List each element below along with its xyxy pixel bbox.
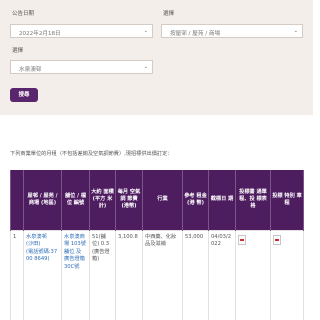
type-value: 按屋邨 / 屋苑 / 商場 [170, 30, 221, 37]
estate-link[interactable]: 水泉澳邨 (沙田) (電話號碼:3700 8649) [23, 229, 62, 320]
date-select[interactable]: 2022年2月18日 ⌄ [10, 24, 153, 38]
date-label: 公告日期 [12, 11, 35, 17]
special-conditions-cell [270, 229, 304, 320]
col-header-estate: 屋邨 / 屋苑 / 商場 (地區) [23, 170, 62, 230]
tender-forms-cell [235, 229, 271, 320]
table-row: 1 水泉澳邨 (沙田) (電話號碼:3700 8649) 水泉澳商場 103號舖… [10, 229, 304, 320]
col-header-area: 大約 面積 (平方 米計) [89, 170, 116, 230]
estate-district: (沙田) [26, 241, 41, 248]
search-button[interactable]: 搜尋 [10, 88, 38, 102]
col-header-shop-no: 舖位 / 檔位 編號 [61, 170, 90, 230]
ac-fee-cell: 3,100.8 [115, 229, 143, 320]
tender-note: 下列商業單位的月租（不包括差餉及空氣調節費）,現招標供出價訂定： [10, 151, 173, 157]
closing-date-cell: 04/03/2022 [208, 229, 236, 320]
estate-label: 選擇 [12, 48, 24, 54]
col-header-rent: 參考 租金 (港 幣) [182, 170, 209, 230]
row-index: 1 [10, 229, 24, 320]
pdf-icon[interactable] [238, 234, 246, 245]
shop-no-link[interactable]: 水泉澳商場 103號舖位 及 廣告燈箱 30C號 [61, 229, 90, 320]
chevron-down-icon: ⌄ [293, 28, 298, 34]
col-header-ac-fee: 每月 空氣調 節費 (港幣) [115, 170, 143, 230]
col-header-index [10, 170, 24, 230]
estate-select[interactable]: 水泉澳邨 ⌄ [10, 60, 153, 74]
col-header-trade: 行業 [142, 170, 183, 230]
area-cell: 51(舖位) 0.3(廣告燈箱) [89, 229, 116, 320]
pdf-icon[interactable] [273, 234, 281, 245]
estate-name: 水泉澳邨 [26, 233, 47, 240]
tender-table: 屋邨 / 屋苑 / 商場 (地區) 舖位 / 檔位 編號 大約 面積 (平方 米… [10, 170, 304, 320]
chevron-down-icon: ⌄ [143, 64, 148, 70]
estate-tel: (電話號碼:3700 8649) [26, 248, 58, 263]
date-value: 2022年2月18日 [19, 30, 61, 37]
rent-cell: 53,000 [182, 229, 209, 320]
col-header-special-conditions: 投標 特別 章程 [270, 170, 304, 230]
chevron-down-icon: ⌄ [143, 28, 148, 34]
col-header-closing-date: 截標日 期 [208, 170, 236, 230]
trade-cell: 中西藥、化妝品及滋補 [142, 229, 183, 320]
table-header-row: 屋邨 / 屋苑 / 商場 (地區) 舖位 / 檔位 編號 大約 面積 (平方 米… [10, 170, 304, 230]
col-header-tender-forms: 投標書 通單 程、投 標表格 [235, 170, 271, 230]
type-select[interactable]: 按屋邨 / 屋苑 / 商場 ⌄ [161, 24, 303, 38]
type-label: 選擇 [163, 11, 175, 17]
search-panel: 公告日期 2022年2月18日 ⌄ 選擇 按屋邨 / 屋苑 / 商場 ⌄ 選擇 … [0, 0, 313, 115]
estate-value: 水泉澳邨 [19, 66, 42, 73]
